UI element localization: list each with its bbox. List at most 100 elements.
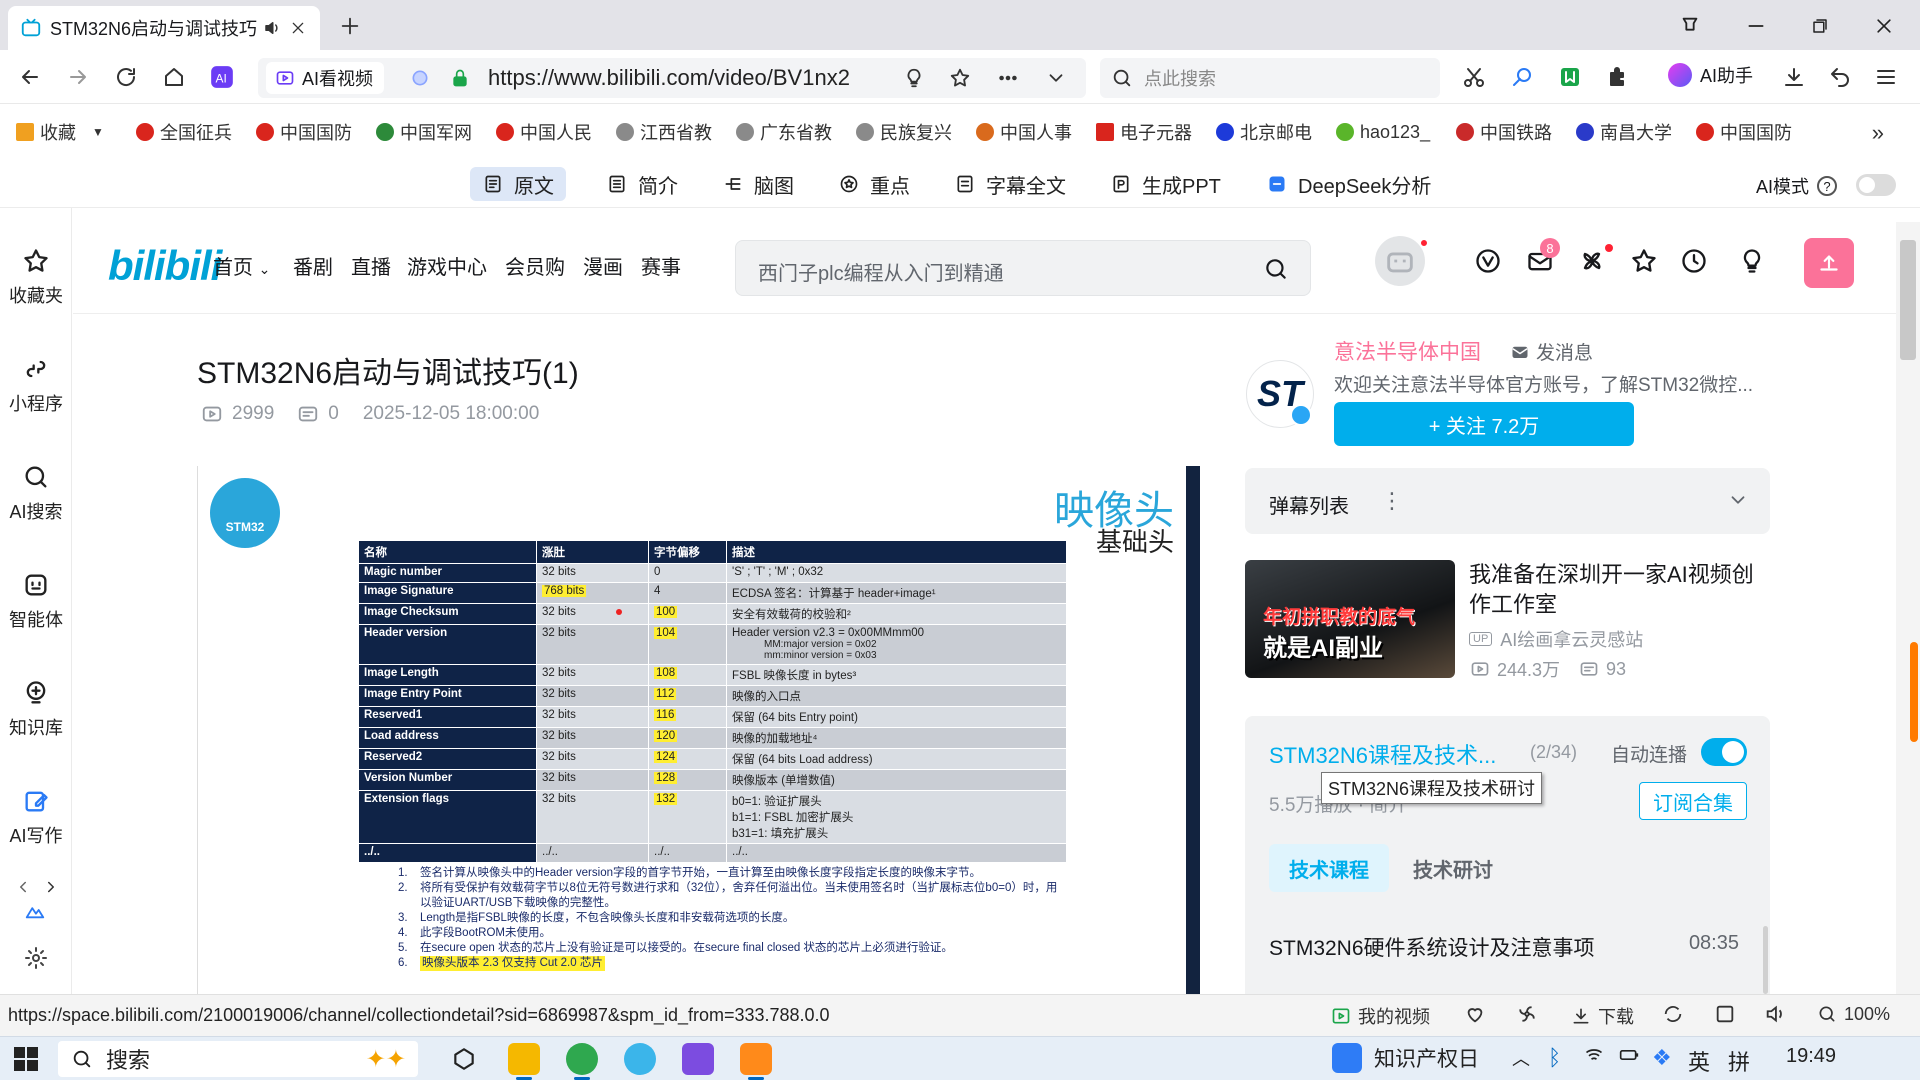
download-icon[interactable] xyxy=(1780,63,1808,91)
help-icon[interactable]: ? xyxy=(1817,176,1838,196)
history-icon[interactable] xyxy=(1679,246,1709,276)
battery-icon[interactable] xyxy=(1618,1045,1640,1071)
bulb-icon[interactable] xyxy=(902,66,926,90)
mountain-icon[interactable] xyxy=(20,898,50,922)
address-bar[interactable]: AI看视频 https://www.bilibili.com/video/BV1… xyxy=(258,58,1086,98)
ime-mode[interactable]: 拼 xyxy=(1728,1045,1750,1077)
upload-button[interactable] xyxy=(1804,238,1854,288)
ai-tool-original[interactable]: 原文 xyxy=(470,167,566,201)
bookmarks-more-button[interactable]: » xyxy=(1872,120,1884,146)
bookmark-item[interactable]: 民族复兴 xyxy=(856,119,956,145)
app-icon[interactable] xyxy=(682,1043,714,1075)
bookmark-item[interactable]: 电子元器 xyxy=(1096,119,1196,145)
bookmark-item[interactable]: 广东省教 xyxy=(736,119,836,145)
windows-start-icon[interactable] xyxy=(14,1047,38,1071)
close-window-button[interactable] xyxy=(1870,12,1898,40)
nav-manga[interactable]: 漫画 xyxy=(583,251,623,280)
nav-live[interactable]: 直播 xyxy=(351,251,391,280)
reading-icon[interactable] xyxy=(1556,63,1584,91)
video-player[interactable]: STM32 映像头 基础头 名称 涨肚 字节偏移 描述 Magic number… xyxy=(197,466,1200,994)
danmaku-list-panel[interactable]: 弹幕列表 ⋮ xyxy=(1245,468,1770,534)
collection-scrollbar[interactable] xyxy=(1763,926,1768,994)
ai-tool-ppt[interactable]: 生成PPT xyxy=(1098,167,1233,201)
sidebar-item-miniprogram[interactable]: 小程序 xyxy=(0,354,72,416)
close-tab-icon[interactable] xyxy=(288,20,308,36)
recommended-thumbnail[interactable]: 年初拼职教的底气 就是AI副业 xyxy=(1245,560,1455,678)
volume-icon[interactable] xyxy=(1764,1003,1786,1025)
browser-app-icon[interactable] xyxy=(566,1043,598,1075)
sidebar-item-knowledge[interactable]: 知识库 xyxy=(0,678,72,740)
bookmark-item[interactable]: 中国铁路 xyxy=(1456,119,1556,145)
sidebar-item-agent[interactable]: 智能体 xyxy=(0,570,72,632)
ime-language[interactable]: 英 xyxy=(1688,1045,1710,1077)
browser-search-input[interactable]: 点此搜索 xyxy=(1100,58,1440,98)
creation-bulb-icon[interactable] xyxy=(1737,246,1767,276)
security-icon[interactable]: ❖ xyxy=(1652,1045,1672,1071)
ai-tool-highlights[interactable]: 重点 xyxy=(826,167,922,201)
download-status-button[interactable]: 下载 xyxy=(1570,1003,1634,1029)
ai-tool-summary[interactable]: 简介 xyxy=(594,167,690,201)
app-icon[interactable] xyxy=(624,1043,656,1075)
chevron-right-icon[interactable] xyxy=(40,876,62,898)
more-options-icon[interactable]: ⋮ xyxy=(1381,488,1403,514)
pin-icon[interactable] xyxy=(1676,12,1704,40)
ai-tool-deepseek[interactable]: DeepSeek分析 xyxy=(1254,167,1443,201)
bookmark-favorites[interactable]: 收藏 ▼ xyxy=(16,119,116,145)
taskbar-search[interactable]: 搜索 ✦✦ xyxy=(58,1041,418,1077)
bilibili-search-input[interactable]: 西门子plc编程从入门到精通 xyxy=(735,240,1311,296)
find-icon[interactable] xyxy=(1508,63,1536,91)
dynamic-icon[interactable] xyxy=(1577,246,1607,276)
sidebar-item-ai-write[interactable]: AI写作 xyxy=(0,786,72,848)
avatar[interactable] xyxy=(1375,236,1425,286)
scissors-icon[interactable] xyxy=(1460,63,1488,91)
bookmark-item[interactable]: 全国征兵 xyxy=(136,119,236,145)
bluetooth-icon[interactable]: ᛒ xyxy=(1548,1045,1561,1071)
bookmark-item[interactable]: hao123_ xyxy=(1336,122,1436,143)
sidebar-item-favorites[interactable]: 收藏夹 xyxy=(0,246,72,308)
settings-icon[interactable] xyxy=(22,944,50,972)
task-view-icon[interactable] xyxy=(448,1043,480,1075)
bookmark-item[interactable]: 中国军网 xyxy=(376,119,476,145)
ai-icon[interactable]: AI xyxy=(208,63,236,91)
nav-game-center[interactable]: 游戏中心 xyxy=(407,251,487,280)
speaker-icon[interactable] xyxy=(262,19,282,37)
scrollbar-thumb[interactable] xyxy=(1900,240,1916,360)
new-tab-button[interactable] xyxy=(336,12,364,40)
browser-tab[interactable]: STM32N6启动与调试技巧 xyxy=(8,6,320,50)
tray-chevron-icon[interactable]: ︿ xyxy=(1512,1045,1530,1071)
menu-icon[interactable] xyxy=(1872,63,1900,91)
search-icon[interactable] xyxy=(1262,255,1290,283)
minimize-button[interactable] xyxy=(1742,12,1770,40)
zoom-control[interactable]: 100% xyxy=(1816,1003,1890,1025)
url-text[interactable]: https://www.bilibili.com/video/BV1nx2 xyxy=(488,65,898,91)
window-icon[interactable] xyxy=(1714,1003,1736,1025)
tab-seminars[interactable]: 技术研讨 xyxy=(1393,844,1513,892)
chevron-down-icon[interactable] xyxy=(1044,66,1068,90)
wifi-icon[interactable] xyxy=(1584,1045,1604,1071)
clock[interactable]: 19:49 xyxy=(1786,1045,1836,1068)
nav-home[interactable]: 首页 ⌄ xyxy=(213,251,270,280)
back-button[interactable] xyxy=(16,63,44,91)
episode-item[interactable]: STM32N6硬件系统设计及注意事项 08:35 xyxy=(1269,932,1739,962)
nav-mall[interactable]: 会员购 xyxy=(505,251,565,280)
my-video-button[interactable]: 我的视频 xyxy=(1330,1003,1430,1029)
favorite-star-icon[interactable] xyxy=(1629,246,1659,276)
nav-anime[interactable]: 番剧 xyxy=(293,251,333,280)
sidebar-item-ai-search[interactable]: AI搜索 xyxy=(0,462,72,524)
recommended-title[interactable]: 我准备在深圳开一家AI视频创作工作室 xyxy=(1469,560,1769,620)
bookmark-item[interactable]: 江西省教 xyxy=(616,119,716,145)
undo-icon[interactable] xyxy=(1826,63,1854,91)
app-icon[interactable] xyxy=(740,1043,772,1075)
ai-view-button[interactable]: AI看视频 xyxy=(266,62,384,94)
ai-helper-button[interactable]: AI助手 xyxy=(1668,62,1753,88)
bookmark-item[interactable]: 中国人民 xyxy=(496,119,596,145)
vip-icon[interactable] xyxy=(1473,246,1503,276)
sync-icon[interactable] xyxy=(1662,1003,1684,1025)
restore-button[interactable] xyxy=(1806,12,1834,40)
bilibili-logo[interactable]: bilibili xyxy=(108,242,222,290)
bookmark-item[interactable]: 北京邮电 xyxy=(1216,119,1316,145)
follow-button[interactable]: + 关注 7.2万 xyxy=(1334,402,1634,446)
uploader-name[interactable]: 意法半导体中国 xyxy=(1334,336,1481,366)
fan-icon[interactable] xyxy=(1516,1003,1538,1025)
subscribe-collection-button[interactable]: 订阅合集 xyxy=(1639,782,1747,820)
